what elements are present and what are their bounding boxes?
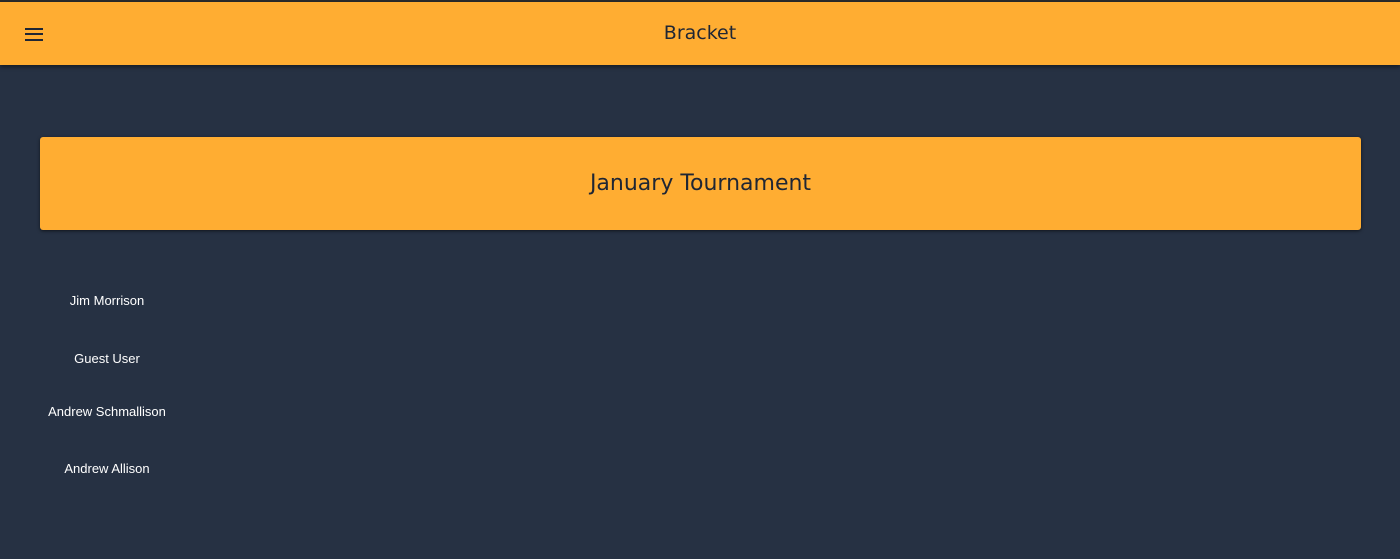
tournament-card: January Tournament	[40, 137, 1361, 230]
menu-button[interactable]	[14, 14, 54, 54]
tournament-title: January Tournament	[589, 171, 812, 196]
app-title: Bracket	[663, 22, 737, 44]
bracket-player-2[interactable]: Guest User	[28, 351, 186, 366]
bracket-player-4[interactable]: Andrew Allison	[28, 461, 186, 476]
bracket-player-1[interactable]: Jim Morrison	[28, 293, 186, 308]
bracket-player-3[interactable]: Andrew Schmallison	[28, 404, 186, 419]
menu-icon	[25, 27, 43, 41]
app-bar: Bracket	[0, 2, 1400, 65]
